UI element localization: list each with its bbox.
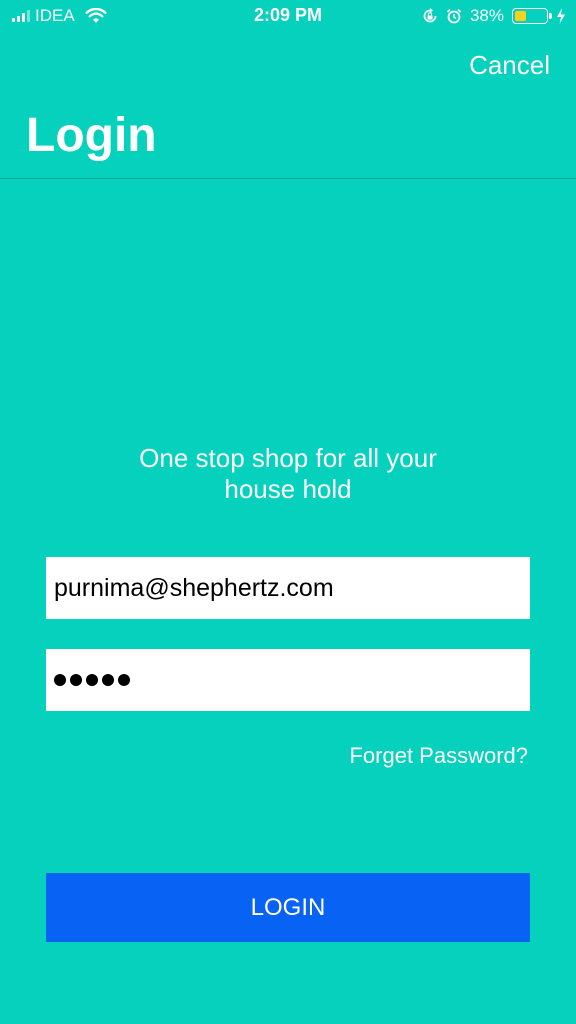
battery-icon: [512, 8, 552, 24]
battery-fill: [515, 11, 526, 21]
email-field-value: purnima@shephertz.com: [54, 573, 334, 602]
tagline: One stop shop for all your house hold: [88, 443, 488, 505]
password-dot: [70, 674, 82, 686]
password-field[interactable]: [46, 649, 530, 711]
battery-percent: 38%: [469, 6, 504, 25]
password-dot: [102, 674, 114, 686]
alarm-icon: [446, 8, 462, 24]
password-dot: [54, 674, 66, 686]
tagline-line-1: One stop shop for all your: [139, 443, 437, 473]
status-bar: IDEA 2:09 PM 38%: [0, 0, 576, 32]
password-dot: [86, 674, 98, 686]
email-field[interactable]: purnima@shephertz.com: [46, 557, 530, 619]
page-title: Login: [26, 109, 157, 162]
tagline-line-2: house hold: [224, 474, 352, 504]
login-button[interactable]: LOGIN: [46, 873, 530, 942]
forgot-password-link[interactable]: Forget Password?: [349, 743, 528, 769]
rotation-lock-icon: [423, 8, 437, 23]
password-mask: [54, 674, 130, 686]
status-right: 38%: [422, 6, 566, 26]
cancel-button[interactable]: Cancel: [469, 50, 550, 81]
header-divider: [0, 178, 576, 179]
login-screen: IDEA 2:09 PM 38% Cancel Login One stop s…: [0, 0, 576, 1024]
charging-icon: [557, 8, 565, 24]
password-dot: [118, 674, 130, 686]
login-button-label: LOGIN: [250, 893, 326, 921]
